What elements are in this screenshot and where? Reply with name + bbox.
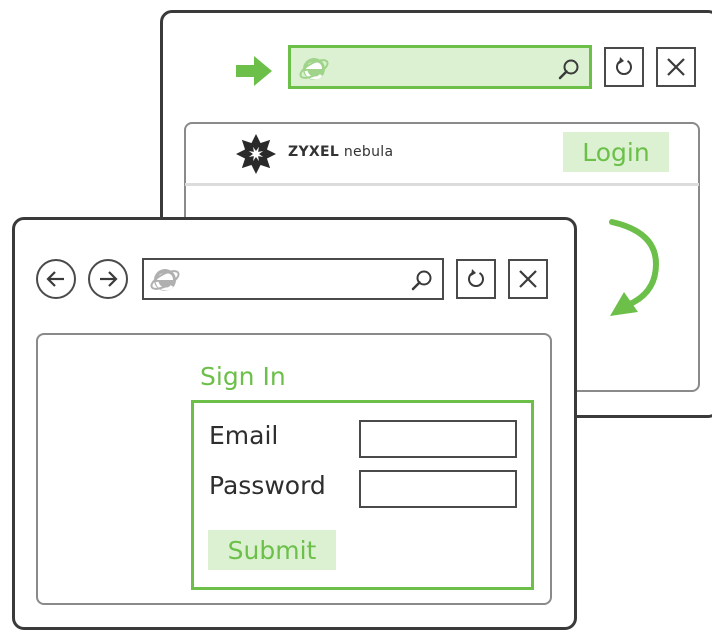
back-address-bar[interactable] [288,45,592,89]
signin-title: Sign In [200,362,286,391]
refresh-icon [616,57,632,75]
zyxel-nebula-logo [236,134,276,174]
back-button[interactable] [36,259,76,299]
refresh-button[interactable] [604,47,644,87]
front-address-bar[interactable] [142,258,444,300]
brand-name: ZYXEL nebula [288,144,394,160]
arrow-left-icon [46,271,64,287]
email-field[interactable] [359,420,517,458]
close-button[interactable] [656,47,696,87]
close-icon [519,270,537,288]
password-label: Password [209,471,326,500]
email-label: Email [209,421,279,450]
search-icon[interactable] [557,57,581,81]
forward-button[interactable] [88,259,128,299]
refresh-icon [468,269,484,287]
login-button[interactable]: Login [563,132,669,172]
submit-button[interactable]: Submit [208,530,336,570]
internet-explorer-icon [299,58,329,80]
search-icon[interactable] [410,268,434,292]
refresh-button[interactable] [456,259,496,299]
header-divider [185,183,699,186]
password-field[interactable] [359,470,517,508]
arrow-right-icon [236,56,272,86]
internet-explorer-icon [150,269,180,291]
close-icon [667,58,685,76]
arrow-right-icon [100,271,118,287]
curved-arrow-icon [609,219,660,316]
close-button[interactable] [508,259,548,299]
